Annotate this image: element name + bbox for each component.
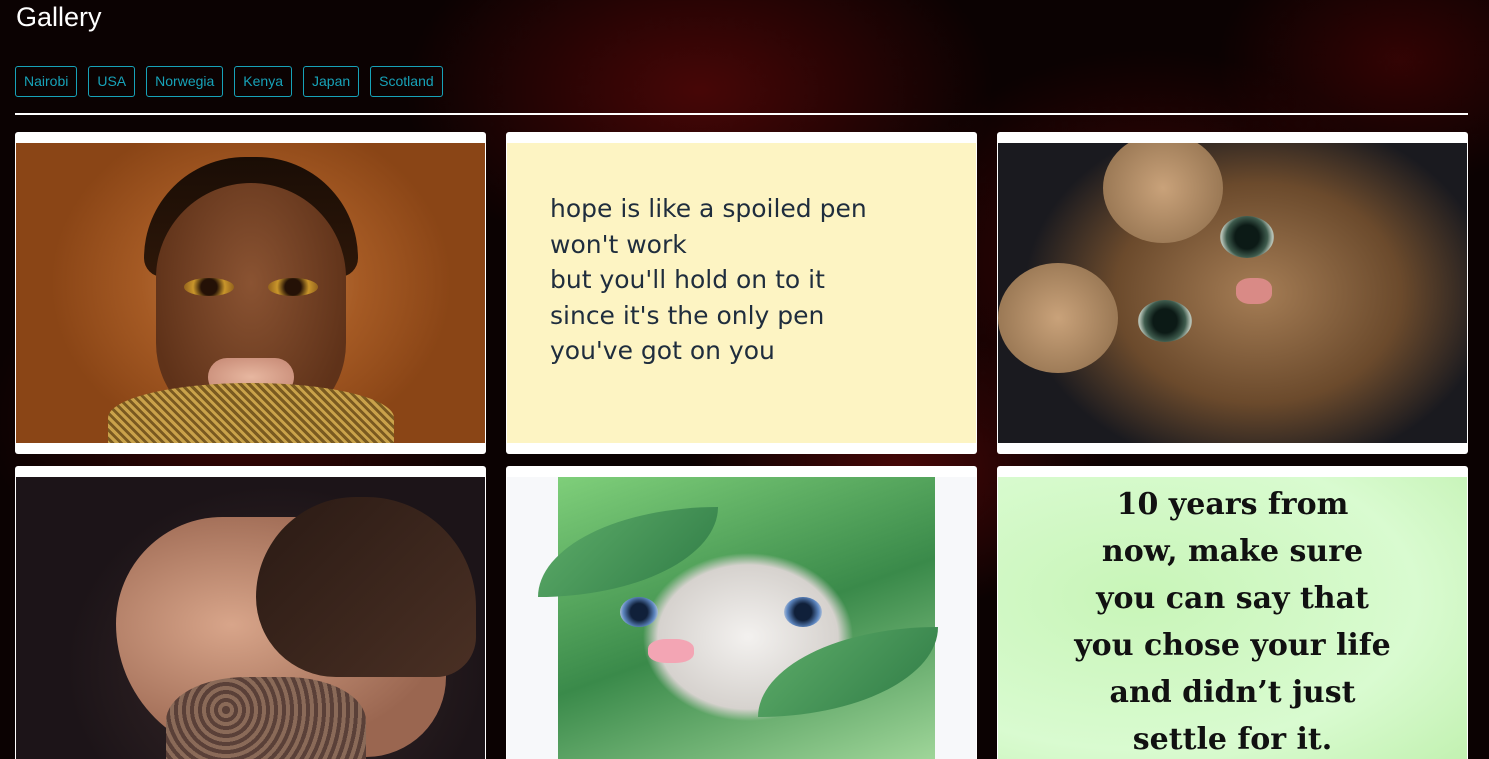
kitten-photo: [538, 477, 938, 759]
filter-button-japan[interactable]: Japan: [303, 66, 360, 97]
eye-shape: [184, 278, 234, 296]
gallery-image-kitten[interactable]: [507, 477, 976, 759]
gallery-image-green-quote[interactable]: 10 years from now, make sure you can say…: [998, 477, 1467, 759]
eye-shape: [268, 278, 318, 296]
gallery-card[interactable]: [997, 132, 1468, 454]
gallery-image-cat[interactable]: [998, 143, 1467, 443]
quote-line: since it's the only pen: [550, 300, 825, 330]
hair-shape: [256, 497, 476, 677]
kitten-eye-shape: [620, 597, 658, 627]
divider: [15, 113, 1468, 115]
necklace-shape: [108, 383, 394, 443]
filter-button-nairobi[interactable]: Nairobi: [15, 66, 78, 97]
filter-button-kenya[interactable]: Kenya: [234, 66, 292, 97]
quote-line: and didn’t just: [1109, 675, 1356, 710]
quote-line: but you'll hold on to it: [550, 265, 825, 294]
cat-nose-shape: [1236, 278, 1272, 304]
gallery-image-quote[interactable]: hope is like a spoiled pen won't work bu…: [507, 143, 976, 443]
quote-line: you can say that: [1096, 581, 1369, 616]
gallery-image-woman[interactable]: [16, 143, 485, 443]
filter-button-scotland[interactable]: Scotland: [370, 66, 443, 97]
quote-line: 10 years from: [1116, 487, 1349, 522]
kitten-nose-shape: [648, 639, 694, 663]
tattoo-shape: [166, 677, 366, 759]
filter-button-norwegia[interactable]: Norwegia: [146, 66, 224, 97]
quote-line: hope is like a spoiled pen: [550, 194, 867, 223]
gallery-card[interactable]: 10 years from now, make sure you can say…: [997, 466, 1468, 759]
cat-eye-shape: [1220, 216, 1274, 258]
leaf-shape: [758, 627, 938, 717]
filter-bar: Nairobi USA Norwegia Kenya Japan Scotlan…: [15, 66, 443, 97]
gallery-card[interactable]: hope is like a spoiled pen won't work bu…: [506, 132, 977, 454]
ear-shape: [998, 263, 1118, 373]
gallery-card[interactable]: [15, 466, 486, 759]
filter-button-usa[interactable]: USA: [88, 66, 136, 97]
quote-line: you chose your life: [1074, 628, 1391, 663]
quote-line: won't work: [550, 229, 687, 259]
gallery-card[interactable]: [15, 132, 486, 454]
cat-eye-shape: [1138, 300, 1192, 342]
leaf-shape: [538, 507, 718, 597]
gallery-card[interactable]: [506, 466, 977, 759]
quote-line: you've got on you: [550, 336, 775, 365]
kitten-eye-shape: [784, 597, 822, 627]
ear-shape: [1103, 143, 1223, 243]
page-title: Gallery: [16, 2, 102, 32]
quote-line: settle for it.: [1132, 722, 1333, 757]
gallery-image-man[interactable]: [16, 477, 485, 759]
quote-line: now, make sure: [1101, 534, 1364, 569]
